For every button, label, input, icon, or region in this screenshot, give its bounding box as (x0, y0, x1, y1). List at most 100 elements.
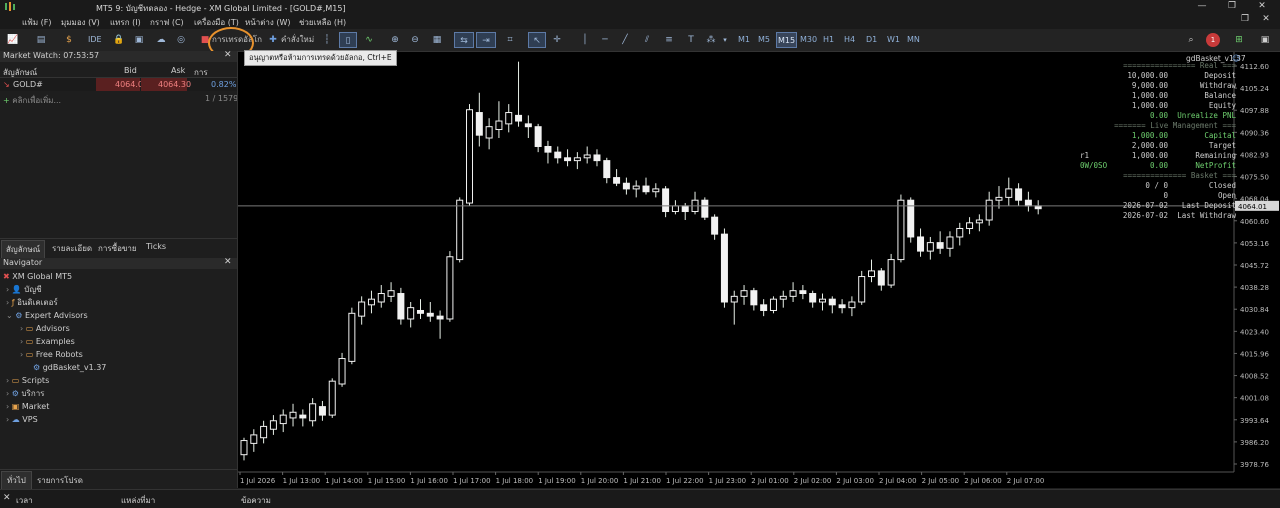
col-ask[interactable]: Ask (171, 66, 185, 75)
profiles-icon[interactable]: ▤ (34, 32, 48, 48)
time-tick-label: 1 Jul 16:00 (410, 477, 448, 485)
notification-badge[interactable]: 1 (1206, 33, 1220, 47)
price-tick-label: 4045.72 (1240, 262, 1269, 270)
new-chart-icon[interactable]: 📈 (6, 32, 20, 48)
fibonacci-icon[interactable]: ≡ (662, 32, 676, 48)
ea-value: 1,000.00 (1131, 91, 1168, 100)
shapes-icon[interactable]: ⁂ (704, 32, 718, 48)
ea-info-panel: ================ Real === 10,000.00 Deposi… (1058, 61, 1238, 221)
grid-icon[interactable]: ▦ (430, 32, 444, 48)
bar-chart-icon[interactable]: ┆ (320, 32, 334, 48)
horizontal-line-icon[interactable]: ─ (598, 32, 612, 48)
search-icon[interactable]: ⌕ (1184, 32, 1198, 48)
timeframe-m30[interactable]: M30 (800, 32, 817, 48)
menu-insert[interactable]: แทรก (I) (110, 16, 141, 29)
zoom-out-icon[interactable]: ⊖ (408, 32, 422, 48)
timeframe-h4[interactable]: H4 (844, 32, 855, 48)
nav-item-gdbasket[interactable]: ⚙ gdBasket_v1.37 (0, 361, 237, 374)
cursor-icon[interactable]: ↖ (528, 32, 546, 48)
autoscroll-icon[interactable]: ⇆ (454, 32, 474, 48)
tab-details[interactable]: รายละเอียด (52, 242, 92, 255)
minimize-button[interactable]: — (1192, 1, 1212, 13)
menu-file[interactable]: แฟ้ม (F) (22, 16, 51, 29)
lock-icon[interactable]: 🔒 (112, 32, 126, 48)
trendline-icon[interactable]: ╱ (618, 32, 632, 48)
channel-icon[interactable]: ⫽ (640, 32, 654, 48)
cloud-icon[interactable]: ☁ (154, 32, 168, 48)
tab-common[interactable]: ทั่วไป (1, 471, 32, 490)
ea-label: Unrealize PNL (1177, 111, 1236, 120)
tab-symbols[interactable]: สัญลักษณ์ (1, 240, 46, 259)
timeframe-m5[interactable]: M5 (758, 32, 770, 48)
nav-item-expert-advisors[interactable]: ⌄ ⚙ Expert Advisors (0, 309, 237, 322)
nav-item-vps[interactable]: › ☁ VPS (0, 413, 237, 426)
timeframe-mn[interactable]: MN (907, 32, 920, 48)
algo-trading-tooltip: อนุญาตหรือห้ามการเทรดด้วยอัลกอ, Ctrl+E (244, 50, 397, 66)
tab-favorites[interactable]: รายการโปรด (37, 474, 83, 487)
candle-body (858, 276, 866, 303)
candlestick-icon[interactable]: ▯ (339, 32, 357, 48)
screenshot-icon[interactable]: ⌗ (503, 32, 517, 48)
ide-button[interactable]: IDE (88, 32, 102, 48)
timeframe-m15[interactable]: M15 (776, 32, 798, 48)
chart-shift-icon[interactable]: ⇥ (476, 32, 496, 48)
nav-item-advisors[interactable]: › ▭ Advisors (0, 322, 237, 335)
one-click-trading-icon[interactable]: ⊞ (1232, 32, 1246, 48)
table-row[interactable]: ↘ GOLD# 4064.01 4064.30 0.82% (0, 78, 237, 91)
new-order-button[interactable]: คำสั่งใหม่ (281, 32, 314, 48)
signals-icon[interactable]: ◎ (174, 32, 188, 48)
chevron-down-icon[interactable]: ▾ (718, 32, 732, 48)
candle-body (515, 114, 523, 122)
close-icon[interactable]: ✕ (3, 493, 11, 503)
menu-help[interactable]: ช่วยเหลือ (H) (299, 16, 346, 29)
add-symbol-link[interactable]: + คลิกเพื่อเพิ่ม... (3, 94, 61, 107)
candle-body (956, 227, 964, 238)
menu-window[interactable]: หน้าต่าง (W) (245, 16, 291, 29)
tab-trading[interactable]: การซื้อขาย (98, 242, 137, 255)
nav-item-indicators[interactable]: › ƒ อินดิเคเตอร์ (0, 296, 237, 309)
navigator-header: Navigator ✕ (0, 257, 237, 269)
price-chart[interactable]: 4112.60 4105.24 4097.88 4090.36 4082.93 4075.… (238, 52, 1280, 488)
deposit-icon[interactable]: $ (62, 32, 76, 48)
maximize-button[interactable]: ❐ (1222, 1, 1242, 13)
zoom-in-icon[interactable]: ⊕ (388, 32, 402, 48)
nav-item-market[interactable]: › ▣ Market (0, 400, 237, 413)
timeframe-w1[interactable]: W1 (887, 32, 900, 48)
col-bid[interactable]: Bid (124, 66, 137, 75)
candle-body (877, 270, 885, 286)
restore-child-icon[interactable]: ❐ (1235, 14, 1255, 28)
timeframe-d1[interactable]: D1 (866, 32, 877, 48)
close-icon[interactable]: ✕ (224, 50, 232, 60)
ea-label: NetProfit (1195, 161, 1236, 170)
crosshair-icon[interactable]: ✛ (550, 32, 564, 48)
nav-item-xm[interactable]: ✖ XM Global MT5 (0, 270, 237, 283)
close-window-button[interactable]: ✕ (1252, 1, 1272, 13)
nav-label: บัญชี (24, 285, 42, 294)
market-icon[interactable]: ▣ (132, 32, 146, 48)
new-order-icon[interactable]: ✚ (266, 32, 280, 48)
menu-view[interactable]: มุมมอง (V) (61, 16, 100, 29)
nav-item-examples[interactable]: › ▭ Examples (0, 335, 237, 348)
ea-value: 2026-07-02 (1122, 211, 1168, 220)
menu-chart[interactable]: กราฟ (C) (150, 16, 184, 29)
nav-item-scripts[interactable]: › ▭ Scripts (0, 374, 237, 387)
tab-ticks[interactable]: Ticks (146, 242, 166, 251)
ea-row: 1,000.00 Capital (1058, 131, 1238, 141)
symbol-cell: GOLD# (13, 80, 43, 89)
candle-body (407, 307, 415, 320)
ea-prefix: r1 (1080, 151, 1090, 160)
candle-body (299, 414, 307, 419)
nav-item-free-robots[interactable]: › ▭ Free Robots (0, 348, 237, 361)
layout-icon[interactable]: ▣ (1258, 32, 1272, 48)
line-chart-icon[interactable]: ∿ (362, 32, 376, 48)
vertical-line-icon[interactable]: │ (578, 32, 592, 48)
nav-item-services[interactable]: › ⚙ บริการ (0, 387, 237, 400)
close-icon[interactable]: ✕ (224, 257, 232, 267)
timeframe-h1[interactable]: H1 (823, 32, 834, 48)
timeframe-m1[interactable]: M1 (738, 32, 750, 48)
close-child-icon[interactable]: ✕ (1256, 14, 1276, 28)
nav-item-accounts[interactable]: › 👤 บัญชี (0, 283, 237, 296)
candle-body (367, 298, 375, 306)
time-tick-label: 2 Jul 05:00 (922, 477, 960, 485)
text-tool-icon[interactable]: T (684, 32, 698, 48)
